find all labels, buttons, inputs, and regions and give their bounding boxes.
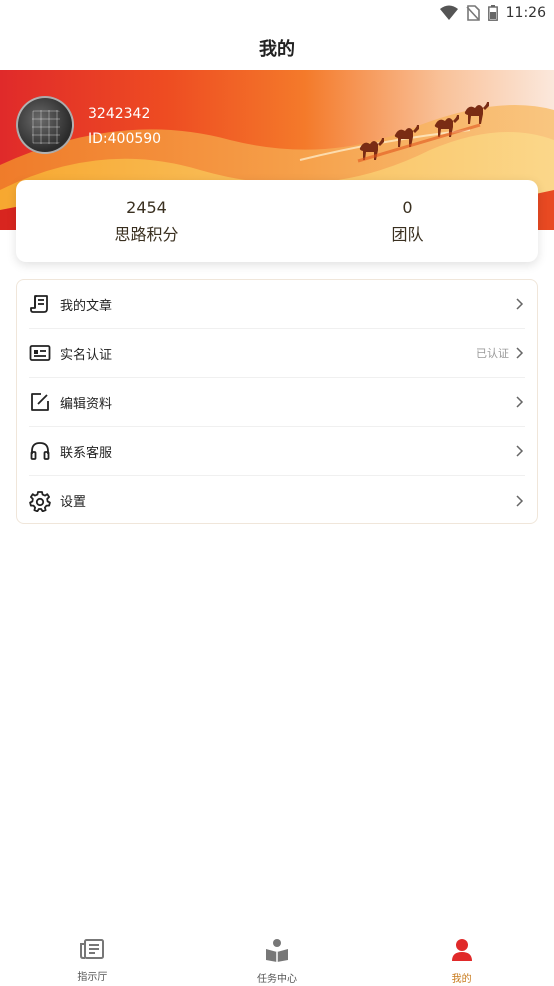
menu-item-customer-service[interactable]: 联系客服 [29,427,525,476]
stat-label: 团队 [391,224,424,244]
nav-label: 我的 [451,974,472,985]
gear-icon [29,490,51,512]
clock: 11:26 [505,5,546,21]
page-title: 我的 [259,39,295,60]
id-card-icon [29,342,51,364]
chevron-right-icon [513,298,525,310]
article-icon [29,293,51,315]
user-id: ID:400590 [88,131,162,147]
avatar-image [32,110,60,144]
headset-icon [29,440,51,462]
menu-item-settings[interactable]: 设置 [29,476,525,525]
username: 3242342 [88,106,151,122]
nav-label: 任务中心 [257,974,297,985]
verified-status: 已认证 [476,347,509,360]
menu-item-label: 联系客服 [60,445,113,461]
menu-item-label: 设置 [60,495,87,510]
chevron-right-icon [513,347,525,359]
menu-list: 我的文章 实名认证 已认证 编辑资料 联系客服 设置 [16,279,538,524]
reader-icon [264,938,290,966]
avatar[interactable] [16,96,74,154]
battery-icon [487,5,498,21]
chevron-right-icon [513,445,525,457]
newspaper-icon [79,938,105,964]
user-icon [451,938,473,966]
stat-team[interactable]: 0 团队 [277,180,538,262]
bottom-nav: 指示厅 任务中心 我的 [0,930,554,986]
nav-label: 指示厅 [77,972,108,983]
wifi-icon [439,5,458,21]
stat-value: 2454 [126,197,167,217]
menu-item-label: 编辑资料 [60,396,113,412]
stat-value: 0 [402,197,413,217]
chevron-right-icon [513,494,525,507]
stats-card: 2454 思路积分 0 团队 [16,180,538,262]
menu-item-my-articles[interactable]: 我的文章 [29,280,525,329]
status-bar: 11:26 [0,0,554,26]
chevron-right-icon [513,396,525,408]
nav-item-hall[interactable]: 指示厅 [0,930,185,986]
title-bar: 我的 [0,26,554,70]
no-sim-icon [466,5,480,21]
menu-item-label: 我的文章 [60,298,113,314]
stat-label: 思路积分 [114,224,179,244]
profile-page: 11:26 我的 3242342 ID:400590 2454 思路积分 0 团… [0,0,554,986]
stat-points[interactable]: 2454 思路积分 [16,180,277,262]
nav-item-task-center[interactable]: 任务中心 [185,930,370,986]
menu-item-label: 实名认证 [60,347,113,363]
menu-item-edit-profile[interactable]: 编辑资料 [29,378,525,427]
menu-item-verification[interactable]: 实名认证 已认证 [29,329,525,378]
edit-icon [29,391,51,413]
nav-item-mine[interactable]: 我的 [369,930,554,986]
